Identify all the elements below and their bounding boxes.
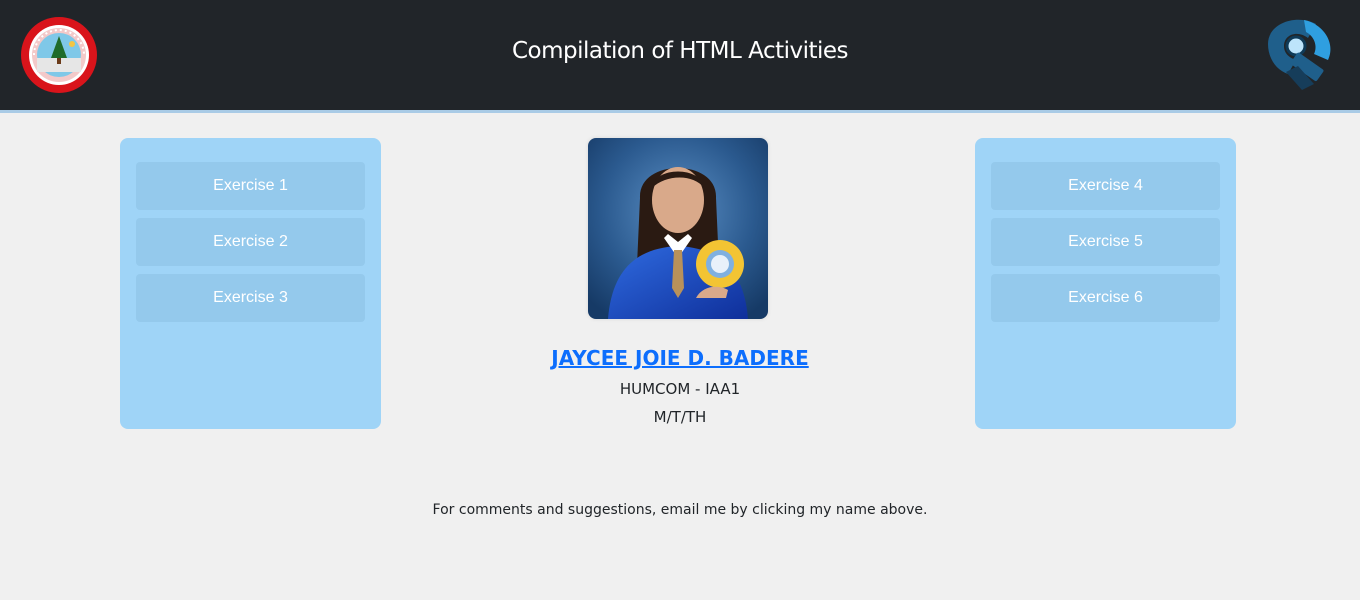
brand-logo-icon: [1258, 14, 1338, 94]
footer-note: For comments and suggestions, email me b…: [432, 502, 928, 518]
profile-photo: [588, 138, 768, 319]
email-name-link[interactable]: JAYCEE JOIE D. BADERE: [551, 346, 808, 370]
right-exercise-panel: Exercise 4 Exercise 5 Exercise 6: [975, 138, 1236, 429]
exercise-5-button[interactable]: Exercise 5: [991, 218, 1220, 266]
exercise-3-button[interactable]: Exercise 3: [136, 274, 365, 322]
exercise-1-button[interactable]: Exercise 1: [136, 162, 365, 210]
site-header: Compilation of HTML Activities: [0, 0, 1360, 113]
exercise-4-button[interactable]: Exercise 4: [991, 162, 1220, 210]
exercise-2-button[interactable]: Exercise 2: [136, 218, 365, 266]
exercise-6-button[interactable]: Exercise 6: [991, 274, 1220, 322]
page-title: Compilation of HTML Activities: [511, 38, 849, 64]
